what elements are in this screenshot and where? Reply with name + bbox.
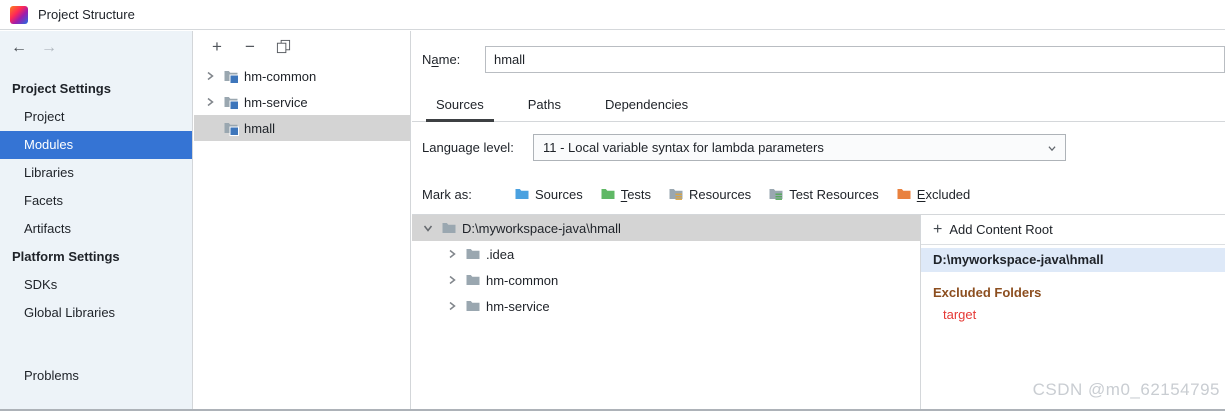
sidebar-header-project-settings: Project Settings (12, 81, 111, 96)
add-module-button[interactable]: + (206, 35, 228, 57)
copy-module-button[interactable] (272, 35, 294, 57)
chevron-right-icon[interactable] (444, 272, 460, 288)
tab-label: Paths (527, 97, 561, 112)
module-item-hm-common[interactable]: hm-common (194, 63, 410, 89)
resources-folder-icon (668, 186, 684, 202)
sidebar-item-facets[interactable]: Facets (0, 187, 192, 215)
module-editor: Name: Sources Paths Dependencies Languag… (412, 31, 1225, 411)
sidebar-item-libraries[interactable]: Libraries (0, 159, 192, 187)
content-root-label: D:\myworkspace-java\hmall (462, 220, 621, 236)
module-icon (223, 94, 239, 110)
sidebar-item-project[interactable]: Project (0, 103, 192, 131)
mark-test-resources-button[interactable]: Test Resources (768, 186, 879, 202)
module-item-hm-service[interactable]: hm-service (194, 89, 410, 115)
module-icon (223, 68, 239, 84)
chevron-down-icon[interactable] (420, 220, 436, 236)
mark-as-label: Mark as: (422, 186, 472, 202)
mark-button-label: Excluded (916, 186, 971, 202)
mark-tests-button[interactable]: Tests (600, 186, 651, 202)
content-root-row[interactable]: D:\myworkspace-java\hmall (412, 215, 920, 241)
sidebar-item-artifacts[interactable]: Artifacts (0, 215, 192, 243)
copy-icon (276, 39, 290, 53)
test-resources-folder-icon (768, 186, 784, 202)
tab-label: Dependencies (604, 97, 689, 112)
name-input[interactable] (485, 46, 1225, 73)
tree-item-label: .idea (486, 246, 515, 262)
tree-item-label: hm-common (486, 272, 559, 288)
tree-item-hm-common[interactable]: hm-common (412, 267, 920, 293)
minus-icon: − (245, 36, 255, 56)
modules-panel: + − hm-common hm-service hmall (194, 31, 411, 411)
language-level-value: 11 - Local variable syntax for lambda pa… (543, 140, 824, 155)
sidebar-item-sdks[interactable]: SDKs (0, 271, 192, 299)
language-level-label: Language level: (422, 140, 514, 155)
module-label: hm-common (244, 68, 317, 84)
sidebar: ← → Project Settings Project Modules Lib… (0, 31, 193, 411)
editor-tabs: Sources Paths Dependencies (412, 91, 1225, 122)
mark-as-row: Mark as: Sources Tests Resources Test Re… (422, 180, 987, 208)
mark-resources-button[interactable]: Resources (668, 186, 751, 202)
window-title: Project Structure (38, 7, 135, 22)
excluded-folder-icon (896, 186, 912, 202)
language-level-select[interactable]: 11 - Local variable syntax for lambda pa… (533, 134, 1066, 161)
folder-icon (465, 298, 481, 314)
sidebar-item-global-libraries[interactable]: Global Libraries (0, 299, 192, 327)
module-item-hmall[interactable]: hmall (194, 115, 410, 141)
name-label: Name: (422, 52, 461, 67)
chevron-right-icon[interactable] (202, 94, 218, 110)
module-label: hmall (244, 120, 276, 136)
add-content-root-label: Add Content Root (949, 222, 1053, 237)
modules-tree: hm-common hm-service hmall (194, 63, 410, 141)
sidebar-item-problems[interactable]: Problems (0, 362, 192, 390)
tab-paths[interactable]: Paths (518, 91, 571, 122)
mark-button-label: Tests (620, 186, 652, 202)
mark-excluded-button[interactable]: Excluded (896, 186, 970, 202)
mark-button-label: Sources (535, 186, 583, 202)
chevron-right-icon[interactable] (202, 68, 218, 84)
plus-icon: + (933, 220, 943, 238)
module-label: hm-service (244, 94, 308, 110)
intellij-logo-icon (10, 6, 28, 24)
folder-icon (441, 220, 457, 236)
excluded-folders-header: Excluded Folders (933, 285, 1042, 300)
mark-button-label: Resources (689, 186, 752, 202)
chevron-right-icon[interactable] (444, 246, 460, 262)
remove-module-button[interactable]: − (239, 35, 261, 57)
add-content-root-button[interactable]: + Add Content Root (921, 215, 1225, 245)
sidebar-item-modules[interactable]: Modules (0, 131, 192, 159)
forward-arrow-icon[interactable]: → (40, 37, 58, 59)
tab-label: Sources (436, 97, 484, 112)
tab-sources[interactable]: Sources (426, 91, 494, 122)
tab-dependencies[interactable]: Dependencies (595, 91, 698, 122)
folder-icon (465, 272, 481, 288)
mark-sources-button[interactable]: Sources (514, 186, 583, 202)
modules-toolbar: + − (194, 31, 410, 61)
plus-icon: + (212, 36, 222, 56)
history-nav: ← → (10, 37, 58, 59)
sources-folder-icon (514, 186, 530, 202)
excluded-folder-target[interactable]: target (921, 307, 1225, 322)
chevron-down-icon (1045, 141, 1059, 155)
content-root-path[interactable]: D:\myworkspace-java\hmall (921, 248, 1225, 272)
tests-folder-icon (600, 186, 616, 202)
titlebar: Project Structure (0, 0, 1225, 30)
mark-button-label: Test Resources (789, 186, 879, 202)
sidebar-list: Project Settings Project Modules Librari… (0, 75, 192, 327)
folder-icon (465, 246, 481, 262)
project-structure-dialog: Project Structure ← → Project Settings P… (0, 0, 1225, 411)
tree-item-hm-service[interactable]: hm-service (412, 293, 920, 319)
chevron-right-icon[interactable] (444, 298, 460, 314)
tree-item-label: hm-service (486, 298, 550, 314)
watermark: CSDN @m0_62154795 (1032, 380, 1220, 399)
content-roots-tree: D:\myworkspace-java\hmall .idea hm-commo… (412, 215, 920, 411)
module-icon (223, 120, 239, 136)
tree-item-idea[interactable]: .idea (412, 241, 920, 267)
back-arrow-icon[interactable]: ← (10, 37, 28, 59)
sidebar-header-platform-settings: Platform Settings (12, 249, 120, 264)
